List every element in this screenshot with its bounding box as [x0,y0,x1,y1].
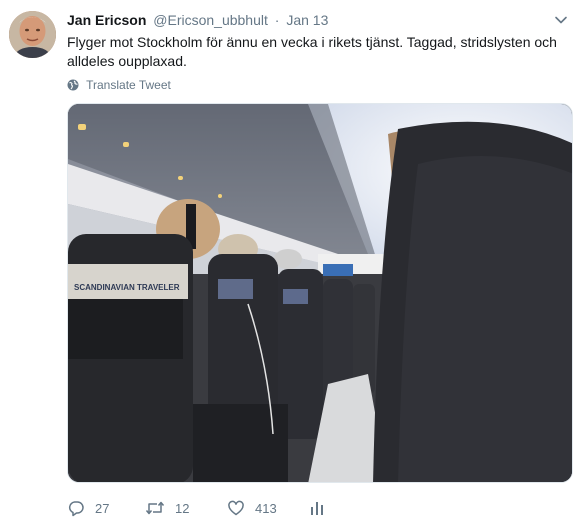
tweet[interactable]: Jan Ericson @Ericson_ubbhult · Jan 13 Fl… [0,0,581,523]
retweet-count: 12 [175,500,190,516]
heart-icon [227,499,245,517]
tweet-header: Jan Ericson @Ericson_ubbhult · Jan 13 [67,11,328,29]
author-name[interactable]: Jan Ericson [67,12,146,28]
tweet-date[interactable]: Jan 13 [286,12,328,28]
tweet-text: Flyger mot Stockholm för ännu en vecka i… [67,34,557,69]
reply-button[interactable]: 27 [67,497,109,519]
separator-dot: · [274,12,280,28]
analytics-icon [309,499,325,517]
reply-count: 27 [95,500,110,516]
seat-pocket-card-text: SCANDINAVIAN TRAVELER [74,283,180,292]
tweet-photo[interactable]: SCANDINAVIAN TRAVELER [67,103,573,483]
avatar[interactable] [9,11,56,58]
globe-icon [67,79,79,95]
translate-tweet-link[interactable]: Translate Tweet [67,77,171,93]
retweet-button[interactable]: 12 [145,497,189,519]
author-handle[interactable]: @Ericson_ubbhult [153,12,268,28]
translate-label: Translate Tweet [86,78,171,92]
reply-icon [67,499,85,517]
retweet-icon [145,499,165,517]
like-count: 413 [255,500,277,516]
analytics-button[interactable] [309,497,325,519]
chevron-down-icon[interactable] [554,13,568,27]
like-button[interactable]: 413 [227,497,277,519]
